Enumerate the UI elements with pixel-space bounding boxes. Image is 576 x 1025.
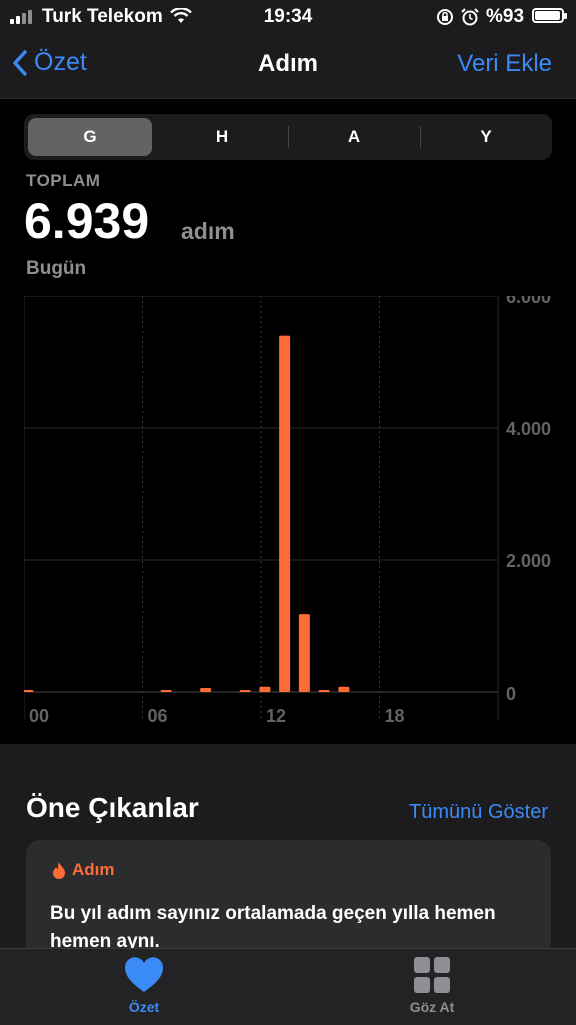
grid-icon (414, 957, 450, 993)
chart-bar-12 (259, 686, 271, 692)
total-steps-value: 6.939 (24, 193, 150, 249)
steps-unit: adım (181, 218, 235, 244)
total-label: TOPLAM (26, 171, 101, 190)
segment-month[interactable]: A (292, 118, 416, 156)
show-all-link[interactable]: Tümünü Göster (409, 801, 548, 824)
highlight-category: Adım (52, 860, 115, 880)
y-tick-label: 6.000 (506, 296, 551, 307)
segment-day[interactable]: G (28, 118, 152, 156)
segment-divider (288, 126, 289, 148)
battery-icon (532, 8, 567, 23)
heart-icon (124, 957, 164, 992)
y-tick-label: 0 (506, 684, 516, 704)
tab-browse[interactable]: Göz At (362, 956, 502, 1015)
add-data-button[interactable]: Veri Ekle (457, 50, 552, 78)
y-tick-label: 2.000 (506, 551, 551, 571)
tab-browse-label: Göz At (409, 999, 455, 1015)
alarm-icon (461, 8, 479, 26)
period-segmented-control: G H A Y (24, 114, 552, 160)
chart-bar-13 (279, 335, 291, 692)
steps-chart[interactable]: 0 2.000 4.000 6.000 00 06 12 18 (24, 296, 576, 726)
segment-year[interactable]: Y (424, 118, 548, 156)
chart-bar-11 (239, 690, 251, 692)
battery-percentage: %93 (486, 6, 525, 27)
chart-bar-00 (24, 690, 34, 692)
x-tick-label: 12 (266, 706, 286, 726)
highlights-title: Öne Çıkanlar (26, 792, 199, 823)
chart-bar-09 (200, 688, 212, 692)
x-tick-label: 06 (148, 706, 168, 726)
chart-bar-14 (298, 614, 310, 692)
chart-bar-07 (160, 690, 172, 692)
y-tick-label: 4.000 (506, 419, 551, 439)
chart-bar-15 (318, 690, 330, 692)
segment-week[interactable]: H (160, 118, 284, 156)
steps-bar-chart: 0 2.000 4.000 6.000 00 06 12 18 (24, 296, 551, 726)
chart-bar-16 (338, 686, 350, 692)
rotation-lock-icon (437, 9, 453, 25)
x-tick-label: 00 (29, 706, 49, 726)
flame-icon (53, 862, 65, 879)
highlight-category-label: Adım (72, 860, 115, 879)
tab-summary-label: Özet (128, 999, 160, 1015)
segment-divider (420, 126, 421, 148)
date-label: Bugün (26, 258, 87, 279)
tab-summary[interactable]: Özet (74, 956, 214, 1015)
x-tick-label: 18 (385, 706, 405, 726)
